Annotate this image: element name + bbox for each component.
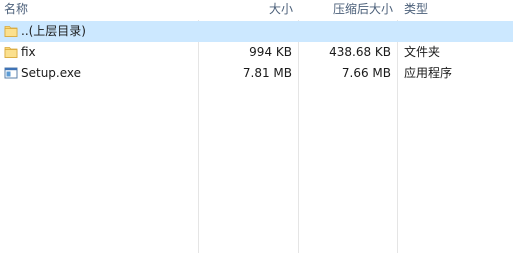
folder-icon [4, 47, 18, 58]
file-size: 7.81 MB [242, 66, 292, 80]
file-type: 文件夹 [404, 45, 441, 59]
file-packed-size: 438.68 KB [329, 45, 391, 59]
file-row-setup[interactable]: Setup.exe 7.81 MB 7.66 MB 应用程序 [0, 63, 513, 84]
column-header-name[interactable]: 名称 [4, 0, 194, 20]
application-icon [4, 67, 18, 79]
file-row-fix[interactable]: fix 994 KB 438.68 KB 文件夹 [0, 42, 513, 63]
column-header-size[interactable]: 大小 [200, 0, 293, 20]
column-header-type[interactable]: 类型 [404, 0, 504, 20]
file-name: Setup.exe [21, 66, 82, 80]
file-type: 应用程序 [404, 66, 453, 80]
column-header-packed-size[interactable]: 压缩后大小 [300, 0, 393, 20]
file-packed-size: 7.66 MB [341, 66, 391, 80]
file-name: ..(上层目录) [21, 24, 86, 38]
file-name: fix [21, 45, 36, 59]
folder-icon [4, 26, 18, 37]
file-size: 994 KB [249, 45, 292, 59]
column-header-bar: 名称 大小 压缩后大小 类型 [0, 0, 513, 20]
file-row-parent[interactable]: ..(上层目录) [0, 21, 513, 42]
